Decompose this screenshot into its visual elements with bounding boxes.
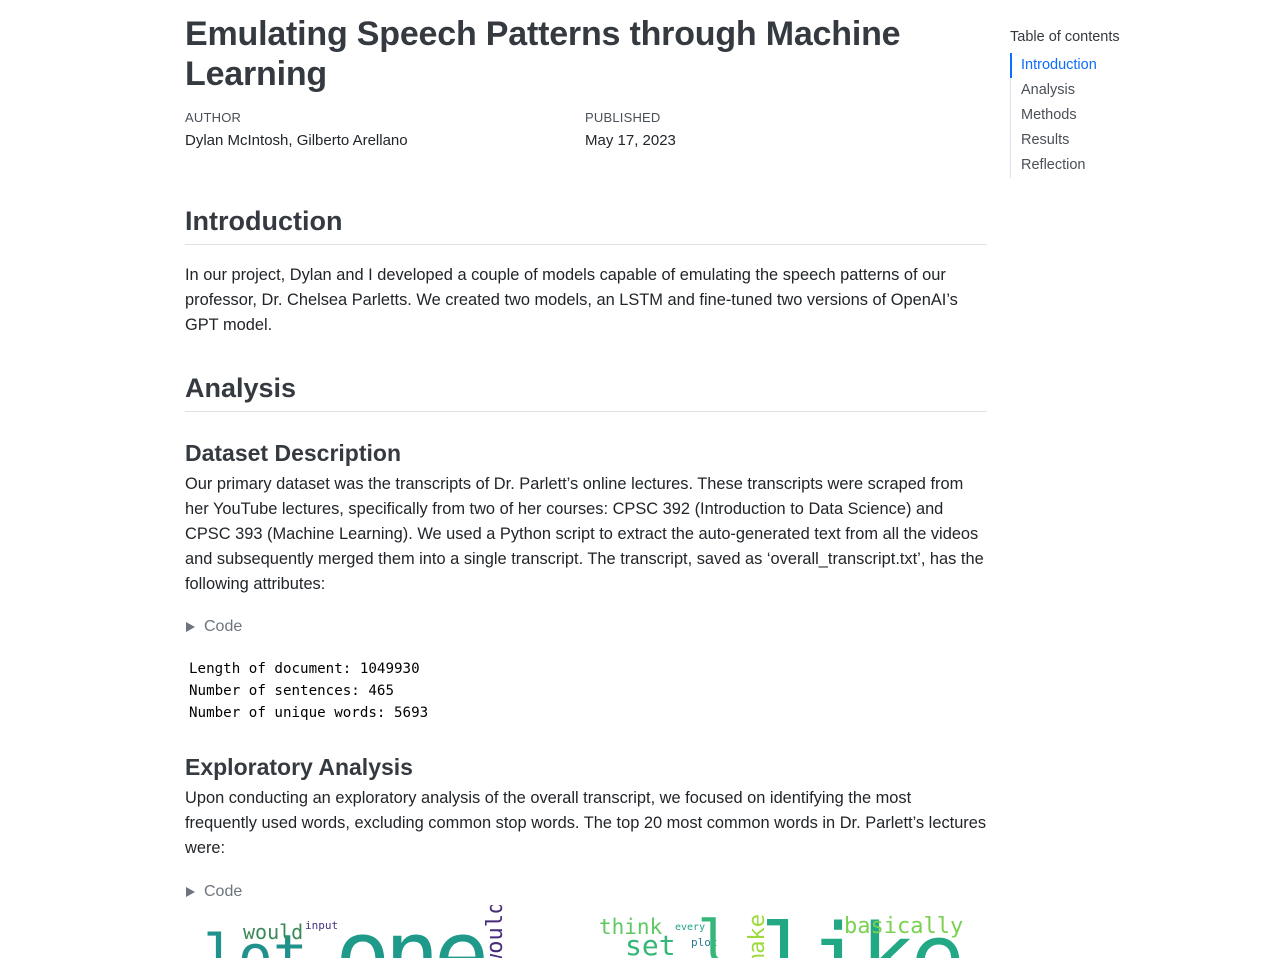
published-date: May 17, 2023	[585, 132, 676, 149]
code-fold-toggle-dataset[interactable]: Code	[185, 616, 987, 638]
word-cloud-word: l	[697, 908, 734, 958]
heading-exploratory-analysis: Exploratory Analysis	[185, 754, 413, 780]
author-label: AUTHOR	[185, 110, 242, 125]
page-title: Emulating Speech Patterns through Machin…	[185, 15, 901, 93]
word-cloud-word: basically	[844, 914, 964, 939]
code-output: Length of document: 1049930 Number of se…	[185, 658, 987, 724]
author-block: AUTHOR Dylan McIntosh, Gilberto Arellano	[185, 110, 408, 151]
toc-item-methods[interactable]: Methods	[1011, 103, 1210, 128]
toc-item-introduction[interactable]: Introduction	[1010, 53, 1210, 78]
toc-item-results[interactable]: Results	[1011, 128, 1210, 153]
output-line-sentences: Number of sentences: 465	[189, 683, 394, 699]
word-cloud-image: lot would input one would think set ever…	[185, 905, 987, 958]
code-fold-toggle-exploratory[interactable]: Code	[185, 881, 987, 903]
toc-item-analysis[interactable]: Analysis	[1011, 78, 1210, 103]
word-cloud-word: would	[243, 920, 304, 944]
heading-introduction: Introduction	[185, 204, 987, 245]
exploratory-paragraph: Upon conducting an exploratory analysis …	[185, 789, 987, 857]
word-cloud-word: set	[625, 929, 676, 958]
toc-title: Table of contents	[1010, 29, 1120, 45]
introduction-paragraph: In our project, Dylan and I developed a …	[185, 266, 958, 334]
toc-item-reflection[interactable]: Reflection	[1011, 153, 1210, 178]
word-cloud-word: input	[305, 919, 339, 932]
output-line-length: Length of document: 1049930	[189, 661, 420, 677]
article: Emulating Speech Patterns through Machin…	[185, 0, 987, 903]
heading-analysis: Analysis	[185, 371, 987, 412]
code-fold-label: Code	[204, 883, 243, 900]
word-cloud-word: one	[335, 909, 489, 958]
published-label: PUBLISHED	[585, 110, 661, 125]
code-fold-label: Code	[204, 618, 243, 635]
output-line-unique-words: Number of unique words: 5693	[189, 705, 429, 721]
disclosure-triangle-icon	[186, 887, 195, 897]
heading-dataset-description: Dataset Description	[185, 440, 402, 466]
table-of-contents: Table of contents Introduction Analysis …	[1010, 27, 1210, 178]
published-block: PUBLISHED May 17, 2023	[585, 110, 676, 151]
word-cloud-word: would	[483, 905, 508, 958]
toc-list: Introduction Analysis Methods Results Re…	[1010, 53, 1210, 178]
title-meta: AUTHOR Dylan McIntosh, Gilberto Arellano…	[185, 110, 987, 170]
author-names: Dylan McIntosh, Gilberto Arellano	[185, 132, 408, 149]
disclosure-triangle-icon	[186, 622, 195, 632]
dataset-paragraph: Our primary dataset was the transcripts …	[185, 475, 984, 593]
